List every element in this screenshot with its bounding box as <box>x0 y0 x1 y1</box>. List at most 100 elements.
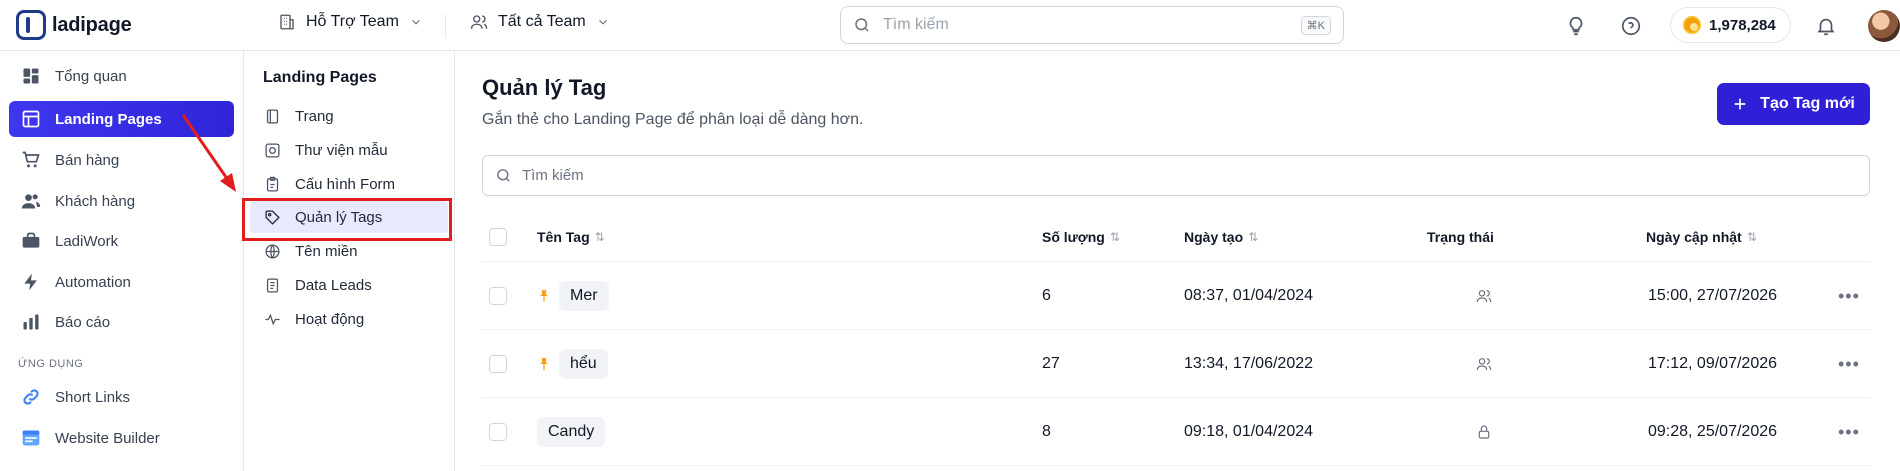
global-search-placeholder: Tìm kiếm <box>883 16 949 33</box>
template-icon <box>265 142 280 158</box>
sidebar-item-sales[interactable]: Bán hàng <box>9 142 234 178</box>
row-more-icon[interactable]: ••• <box>1838 262 1860 330</box>
tag-search-input[interactable]: Tìm kiếm <box>482 155 1870 196</box>
column-header-created[interactable]: Ngày tạo ⇅ <box>1184 212 1258 262</box>
link-icon <box>23 389 39 405</box>
subnav-item-form-config[interactable]: Cấu hình Form <box>250 168 448 200</box>
tag-created: 09:18, 01/04/2024 <box>1184 423 1314 440</box>
tag-updated: 15:00, 27/07/2026 <box>1648 287 1778 304</box>
tag-updated: 09:28, 25/07/2026 <box>1648 423 1778 440</box>
plus-icon <box>1734 98 1746 110</box>
users-icon <box>21 194 41 209</box>
tag-name[interactable]: Mer <box>559 281 609 311</box>
column-header-label: Ngày tạo <box>1184 229 1244 245</box>
sidebar-item-label: Short Links <box>55 388 131 406</box>
team-filter-select[interactable]: Tất cả Team <box>470 13 610 31</box>
create-tag-button[interactable]: Tạo Tag mới <box>1717 83 1870 125</box>
document-icon <box>266 277 279 293</box>
tag-count: 8 <box>1042 423 1051 440</box>
table-header: Tên Tag ⇅ Số lượng ⇅ Ngày tạo ⇅ Trạng thái … <box>482 212 1870 262</box>
status-cell <box>1476 330 1492 398</box>
help-icon[interactable] <box>1620 15 1642 37</box>
team-icon <box>1476 290 1492 303</box>
select-all-checkbox[interactable] <box>489 228 507 246</box>
page-subtitle: Gắn thẻ cho Landing Page để phân loại dễ… <box>482 111 864 128</box>
tag-count: 6 <box>1042 287 1051 304</box>
sidebar-item-customers[interactable]: Khách hàng <box>9 183 234 219</box>
row-more-icon[interactable]: ••• <box>1838 330 1860 398</box>
brand-logo[interactable]: ladipage <box>16 10 132 40</box>
tag-name[interactable]: Candy <box>537 417 606 447</box>
row-more-icon[interactable]: ••• <box>1838 398 1860 466</box>
sidebar-item-label: Automation <box>55 273 131 291</box>
table-row[interactable]: Candy 8 09:18, 01/04/2024 09:28, 25/07/2… <box>482 398 1870 466</box>
cart-icon <box>22 151 40 168</box>
status-cell <box>1476 398 1492 466</box>
column-header-count[interactable]: Số lượng ⇅ <box>1042 212 1120 262</box>
subnav-item-label: Tên miền <box>295 242 358 260</box>
credits-balance[interactable]: 1,978,284 <box>1670 7 1791 43</box>
pin-icon[interactable] <box>537 288 551 304</box>
lock-icon <box>1478 425 1490 439</box>
bell-icon[interactable] <box>1815 15 1837 37</box>
search-icon <box>855 18 869 32</box>
search-icon <box>497 169 510 182</box>
subnav-item-data-leads[interactable]: Data Leads <box>250 269 448 301</box>
subnav-item-label: Thư viện mẫu <box>295 141 388 159</box>
sidebar-item-label: LadiWork <box>55 232 119 250</box>
column-header-label: Ngày cập nhật <box>1646 229 1742 245</box>
sort-icon: ⇅ <box>1746 230 1757 244</box>
team-filter-label: Tất cả Team <box>498 13 586 30</box>
column-header-label: Tên Tag <box>537 229 590 245</box>
dashboard-icon <box>23 68 39 84</box>
sidebar-item-automation[interactable]: Automation <box>9 264 234 300</box>
row-checkbox[interactable] <box>489 423 507 441</box>
sort-icon: ⇅ <box>594 230 605 244</box>
table-row[interactable]: hểu 27 13:34, 17/06/2022 17:12, 09/07/20… <box>482 330 1870 398</box>
tag-search-placeholder: Tìm kiếm <box>522 167 584 184</box>
column-header-name[interactable]: Tên Tag ⇅ <box>537 212 605 262</box>
status-cell <box>1476 262 1492 330</box>
page-title: Quản lý Tag <box>482 75 607 100</box>
sidebar-item-overview[interactable]: Tổng quan <box>9 58 234 94</box>
sidebar-item-label: Tổng quan <box>55 67 127 85</box>
create-tag-label: Tạo Tag mới <box>1760 95 1855 112</box>
top-bar: ladipage Hỗ Trợ Team Tất cả Team Tìm kiế… <box>0 0 1900 51</box>
landing-pages-subnav: Landing Pages Trang Thư viện mẫu Cấu hìn… <box>243 51 455 471</box>
tag-created: 13:34, 17/06/2022 <box>1184 355 1314 372</box>
column-header-updated[interactable]: Ngày cập nhật ⇅ <box>1646 212 1757 262</box>
page-icon <box>266 108 279 124</box>
tag-count: 27 <box>1042 355 1060 372</box>
sidebar-item-label: Website Builder <box>55 429 160 447</box>
subnav-item-activity[interactable]: Hoạt động <box>250 303 448 335</box>
topbar-divider <box>445 14 446 38</box>
column-header-label: Số lượng <box>1042 229 1105 245</box>
row-checkbox[interactable] <box>489 287 507 305</box>
users-icon <box>470 15 488 29</box>
sidebar-item-label: Báo cáo <box>55 313 111 331</box>
subnav-item-templates[interactable]: Thư viện mẫu <box>250 134 448 166</box>
pin-icon[interactable] <box>537 356 551 372</box>
lightbulb-icon[interactable] <box>1565 15 1587 37</box>
team-icon <box>1476 358 1492 371</box>
chevron-down-icon <box>598 19 607 25</box>
sidebar-item-landing-pages[interactable]: Landing Pages <box>9 101 234 137</box>
bar-chart-icon <box>23 314 39 330</box>
subnav-item-pages[interactable]: Trang <box>250 100 448 132</box>
global-search-input[interactable]: Tìm kiếm ⌘K <box>840 6 1344 44</box>
table-row[interactable]: Mer 6 08:37, 01/04/2024 15:00, 27/07/202… <box>482 262 1870 330</box>
tag-name[interactable]: hểu <box>559 349 608 379</box>
user-avatar[interactable] <box>1868 10 1900 42</box>
activity-icon <box>265 313 280 325</box>
sidebar-item-reports[interactable]: Báo cáo <box>9 304 234 340</box>
sidebar-item-ladiwork[interactable]: LadiWork <box>9 223 234 259</box>
column-header-status: Trạng thái <box>1427 212 1494 262</box>
sidebar-item-short-links[interactable]: Short Links <box>9 379 234 415</box>
website-icon <box>22 430 40 446</box>
coin-icon <box>1683 16 1701 34</box>
row-checkbox[interactable] <box>489 355 507 373</box>
team-select[interactable]: Hỗ Trợ Team <box>278 13 423 31</box>
search-shortcut-badge: ⌘K <box>1300 15 1331 35</box>
sidebar-item-website-builder[interactable]: Website Builder <box>9 420 234 456</box>
layout-icon <box>22 110 40 128</box>
